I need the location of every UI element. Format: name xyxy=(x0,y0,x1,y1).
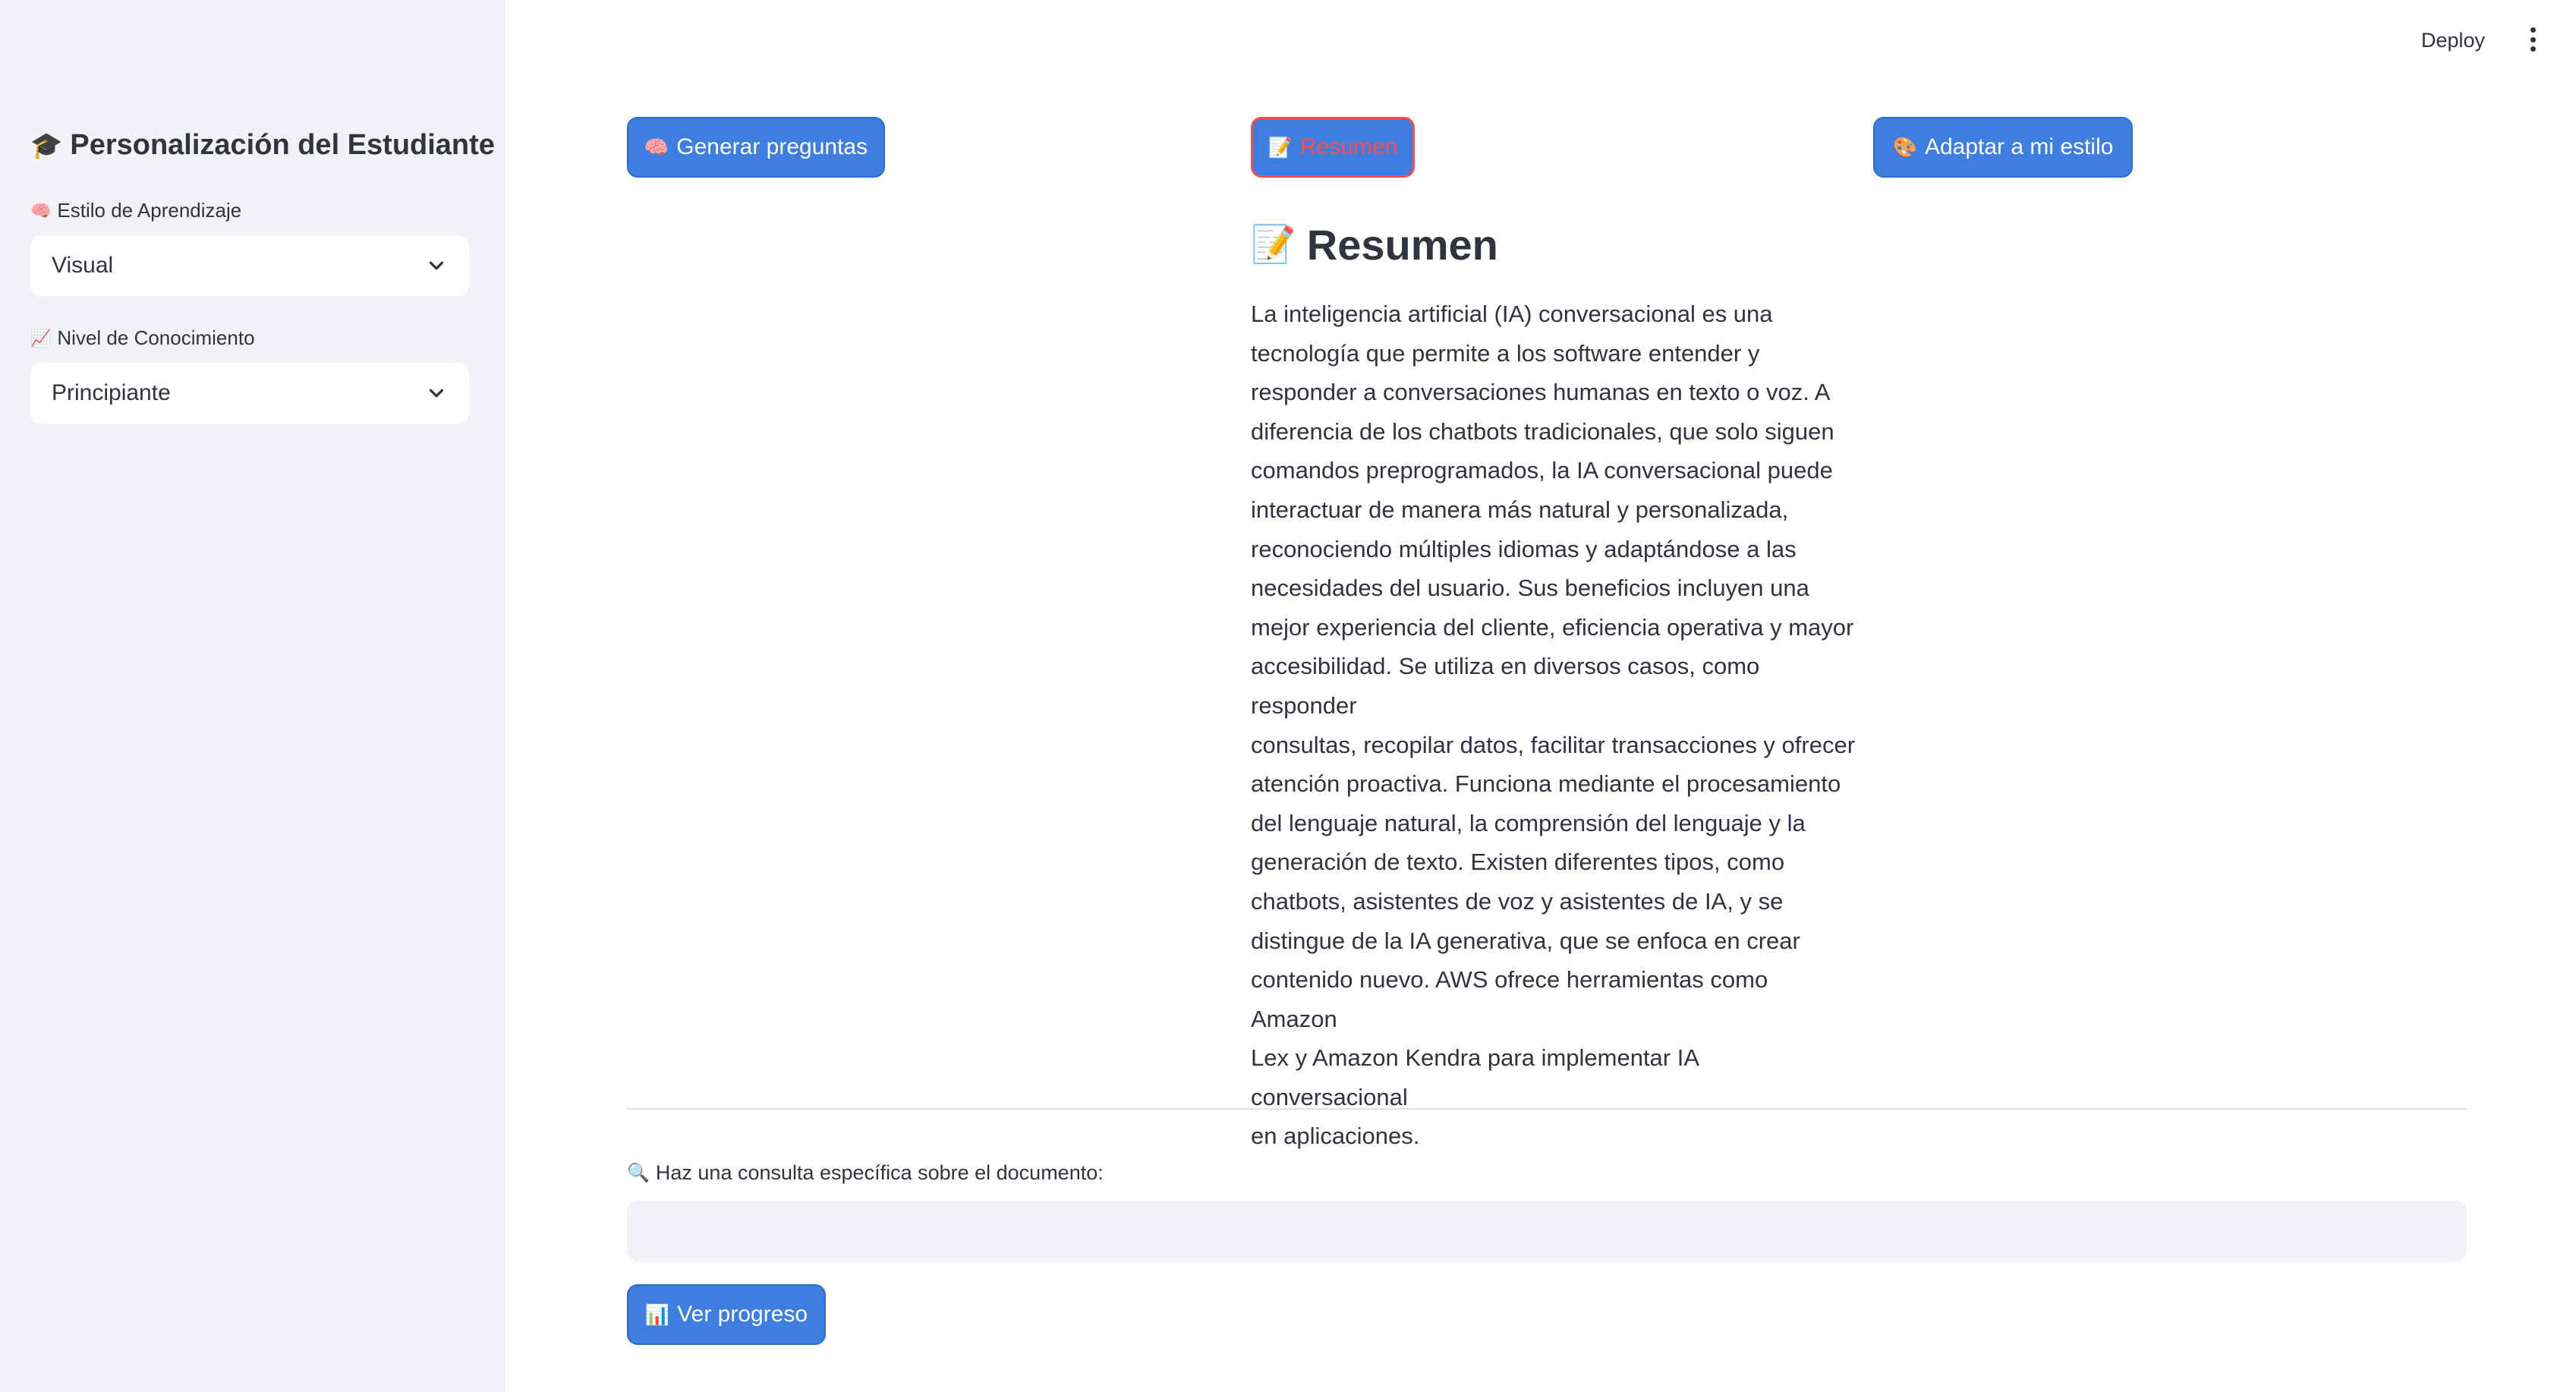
view-progress-label: Ver progreso xyxy=(677,1302,808,1327)
summary-line: responder a conversaciones humanas en te… xyxy=(1251,379,1831,406)
summary-heading-text: Resumen xyxy=(1306,221,1498,269)
learning-style-label: 🧠 Estilo de Aprendizaje xyxy=(30,199,241,222)
memo-icon: 📝 xyxy=(1251,224,1296,265)
summary-button-label: Resumen xyxy=(1299,134,1398,159)
summary-line: La inteligencia artificial (IA) conversa… xyxy=(1251,301,1773,327)
learning-style-select[interactable]: Visual xyxy=(30,235,469,296)
summary-line: atención proactiva. Funciona mediante el… xyxy=(1251,770,1841,798)
palette-icon: 🎨 xyxy=(1892,136,1917,159)
sidebar-title: 🎓 Personalización del Estudiante xyxy=(30,129,495,162)
summary-line: accesibilidad. Se utiliza en diversos ca… xyxy=(1251,653,1760,719)
summary-line: comandos preprogramados, la IA conversac… xyxy=(1251,457,1833,484)
knowledge-level-value: Principiante xyxy=(52,380,171,405)
summary-heading: 📝 Resumen xyxy=(1251,220,1498,269)
summary-line: interactuar de manera más natural y pers… xyxy=(1251,496,1789,523)
generate-questions-button[interactable]: 🧠 Generar preguntas xyxy=(627,117,885,178)
chevron-down-icon xyxy=(429,389,444,398)
summary-line: del lenguaje natural, la comprensión del… xyxy=(1251,809,1806,836)
app-root: 🎓 Personalización del Estudiante 🧠 Estil… xyxy=(0,0,2576,1392)
summary-line: necesidades del usuario. Sus beneficios … xyxy=(1251,575,1809,602)
deploy-button[interactable]: Deploy xyxy=(2414,26,2493,55)
graduation-cap-icon: 🎓 xyxy=(30,131,63,160)
kebab-menu-icon[interactable] xyxy=(2521,24,2544,55)
query-input[interactable] xyxy=(627,1201,2467,1261)
knowledge-level-label-text: Nivel de Conocimiento xyxy=(57,326,255,349)
summary-text: La inteligencia artificial (IA) conversa… xyxy=(1251,294,1858,1156)
query-label: 🔍 Haz una consulta específica sobre el d… xyxy=(627,1161,1104,1185)
knowledge-level-select[interactable]: Principiante xyxy=(30,363,469,424)
knowledge-level-label: 📈 Nivel de Conocimiento xyxy=(30,326,255,350)
generate-questions-label: Generar preguntas xyxy=(676,134,868,159)
section-divider xyxy=(627,1108,2467,1110)
query-label-text: Haz una consulta específica sobre el doc… xyxy=(655,1161,1104,1184)
view-progress-button[interactable]: 📊 Ver progreso xyxy=(627,1284,826,1345)
bar-chart-icon: 📊 xyxy=(644,1303,670,1326)
summary-line: consultas, recopilar datos, facilitar tr… xyxy=(1251,731,1856,758)
adapt-style-button[interactable]: 🎨 Adaptar a mi estilo xyxy=(1873,117,2133,178)
summary-button[interactable]: 📝 Resumen xyxy=(1251,117,1415,178)
adapt-style-label: Adaptar a mi estilo xyxy=(1924,134,2114,159)
chart-increasing-icon: 📈 xyxy=(30,328,52,348)
sidebar-title-text: Personalización del Estudiante xyxy=(70,129,495,161)
summary-line: tecnología que permite a los software en… xyxy=(1251,339,1760,367)
summary-line: diferencia de los chatbots tradicionales… xyxy=(1251,417,1834,445)
summary-line: chatbots, asistentes de voz y asistentes… xyxy=(1251,887,1784,915)
brain-icon: 🧠 xyxy=(644,136,669,159)
magnifying-glass-icon: 🔍 xyxy=(627,1162,650,1183)
summary-line: Lex y Amazon Kendra para implementar IA … xyxy=(1251,1044,1699,1110)
summary-line: mejor experiencia del cliente, eficienci… xyxy=(1251,613,1854,641)
brain-icon: 🧠 xyxy=(30,200,52,220)
summary-line: en aplicaciones. xyxy=(1251,1123,1420,1150)
learning-style-value: Visual xyxy=(52,253,114,278)
learning-style-label-text: Estilo de Aprendizaje xyxy=(57,199,242,222)
sidebar: 🎓 Personalización del Estudiante 🧠 Estil… xyxy=(0,0,505,1392)
summary-line: generación de texto. Existen diferentes … xyxy=(1251,849,1785,876)
summary-line: contenido nuevo. AWS ofrece herramientas… xyxy=(1251,966,1768,1032)
chevron-down-icon xyxy=(429,261,444,270)
summary-line: distingue de la IA generativa, que se en… xyxy=(1251,927,1800,954)
summary-line: reconociendo múltiples idiomas y adaptán… xyxy=(1251,535,1797,562)
memo-icon: 📝 xyxy=(1268,136,1293,159)
